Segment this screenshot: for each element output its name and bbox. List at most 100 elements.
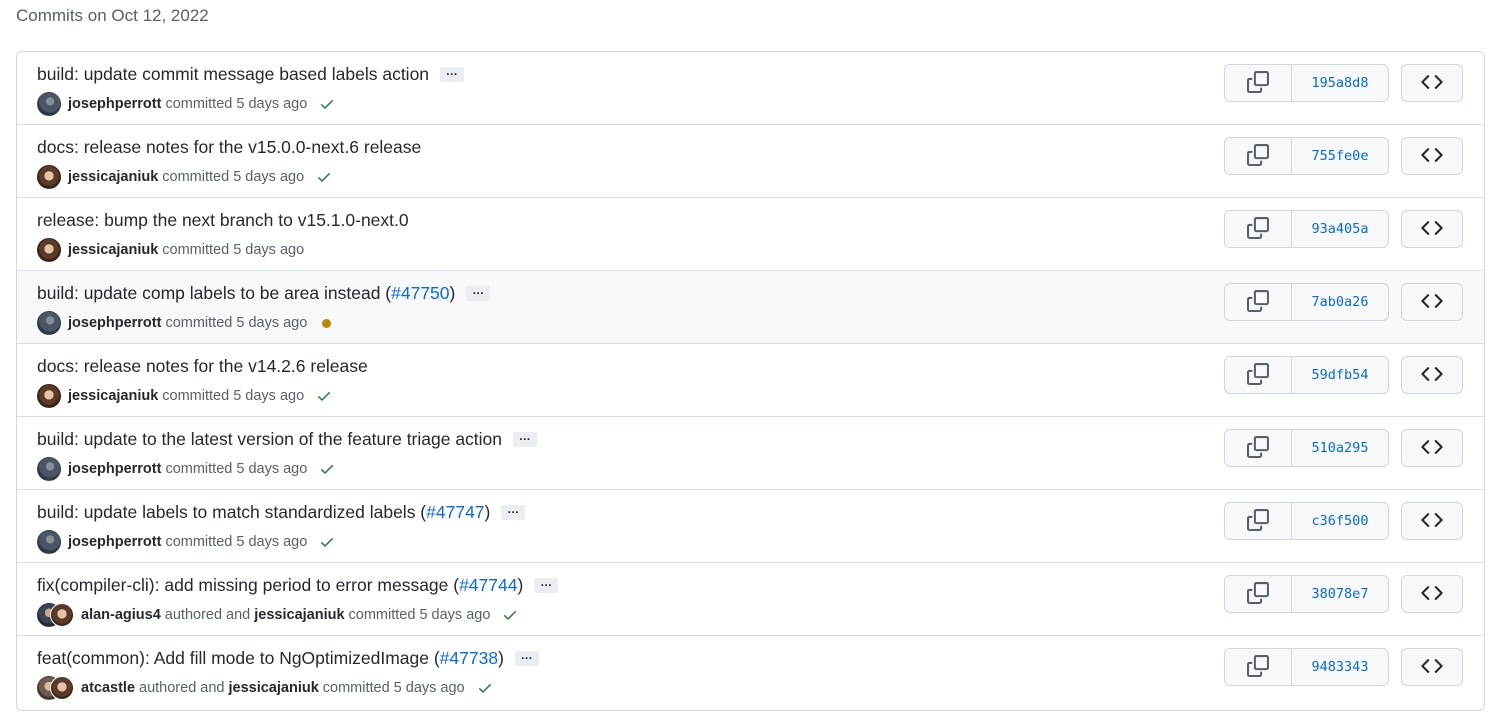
commit-sha-link[interactable]: 59dfb54 [1292,357,1388,393]
avatar-stack [37,457,61,481]
check-icon[interactable] [316,388,332,404]
avatar[interactable] [37,530,61,554]
copy-sha-button[interactable] [1225,649,1292,685]
commit-title: release: bump the next branch to v15.1.0… [37,210,409,231]
copy-sha-button[interactable] [1225,284,1292,320]
sha-button-group: 7ab0a26 [1224,283,1389,321]
avatar[interactable] [37,165,61,189]
avatar[interactable] [37,457,61,481]
commit-sha-link[interactable]: 755fe0e [1292,138,1388,174]
ellipsis-icon[interactable]: … [440,65,465,82]
check-icon[interactable] [502,607,518,623]
commit-title: build: update commit message based label… [37,64,465,85]
pull-request-link[interactable]: #47747 [426,502,484,523]
avatar-stack [37,311,61,335]
commit-meta: jessicajaniuk committed 5 days ago [37,238,308,262]
avatar[interactable] [37,311,61,335]
commit-time: committed 5 days ago [162,388,305,404]
commit-title: fix(compiler-cli): add missing period to… [37,575,559,596]
ellipsis-icon[interactable]: … [534,576,559,593]
copy-sha-button[interactable] [1225,576,1292,612]
commit-sha-link[interactable]: 38078e7 [1292,576,1388,612]
author-link[interactable]: jessicajaniuk [68,388,158,404]
avatar[interactable] [50,676,74,700]
commit-title-suffix: ) [449,283,456,303]
commit-message-link[interactable]: docs: release notes for the v15.0.0-next… [37,137,421,158]
copy-sha-button[interactable] [1225,211,1292,247]
commit-time: committed 5 days ago [162,242,305,258]
pull-request-link[interactable]: #47750 [391,283,449,304]
check-icon[interactable] [319,534,335,550]
author-link[interactable]: josephperrott [68,96,161,112]
check-icon[interactable] [316,169,332,185]
copy-sha-button[interactable] [1225,357,1292,393]
author-link[interactable]: alan-agius4 [81,607,161,623]
sha-button-group: 38078e7 [1224,575,1389,613]
author-link[interactable]: atcastle [81,680,135,696]
sha-button-group: 510a295 [1224,429,1389,467]
check-icon[interactable] [477,680,493,696]
commit-sha-link[interactable]: 9483343 [1292,649,1388,685]
copy-sha-button[interactable] [1225,503,1292,539]
code-brackets-icon [1421,363,1443,388]
commit-time: committed 5 days ago [165,315,308,331]
commit-message-link[interactable]: build: update commit message based label… [37,64,429,85]
author-link[interactable]: josephperrott [68,315,161,331]
avatar[interactable] [37,384,61,408]
ellipsis-icon[interactable]: … [501,503,526,520]
commit-sha-link[interactable]: 195a8d8 [1292,65,1388,101]
ellipsis-icon[interactable]: … [466,284,491,301]
browse-repository-button[interactable] [1401,502,1463,540]
browse-repository-button[interactable] [1401,356,1463,394]
commit-sha-link[interactable]: 510a295 [1292,430,1388,466]
sha-button-group: c36f500 [1224,502,1389,540]
commit-message-link[interactable]: build: update to the latest version of t… [37,429,502,450]
commit-message-link[interactable]: feat(common): Add fill mode to NgOptimiz… [37,648,440,669]
ellipsis-icon[interactable]: … [514,649,539,666]
commit-message-link[interactable]: build: update labels to match standardiz… [37,502,426,523]
avatar[interactable] [37,238,61,262]
copy-icon [1247,654,1269,680]
avatar-stack [37,238,61,262]
pending-dot-icon[interactable] [319,318,332,328]
author-link[interactable]: jessicajaniuk [68,169,158,185]
commit-row: feat(common): Add fill mode to NgOptimiz… [17,636,1484,709]
avatar[interactable] [37,92,61,116]
pull-request-link[interactable]: #47744 [459,575,517,596]
commit-sha-link[interactable]: 93a405a [1292,211,1388,247]
pull-request-link[interactable]: #47738 [440,648,498,669]
ellipsis-icon[interactable]: … [513,430,538,447]
copy-icon [1247,289,1269,315]
browse-repository-button[interactable] [1401,575,1463,613]
browse-repository-button[interactable] [1401,648,1463,686]
browse-repository-button[interactable] [1401,137,1463,175]
browse-repository-button[interactable] [1401,283,1463,321]
author-link[interactable]: josephperrott [68,534,161,550]
commit-message-link[interactable]: release: bump the next branch to v15.1.0… [37,210,409,231]
commit-message-link[interactable]: build: update comp labels to be area ins… [37,283,391,304]
commit-title: feat(common): Add fill mode to NgOptimiz… [37,648,539,669]
avatar-stack [37,165,61,189]
committer-link[interactable]: jessicajaniuk [254,607,344,623]
code-brackets-icon [1421,436,1443,461]
browse-repository-button[interactable] [1401,210,1463,248]
commit-sha-link[interactable]: c36f500 [1292,503,1388,539]
copy-icon [1247,435,1269,461]
check-icon[interactable] [319,96,335,112]
avatar[interactable] [50,603,74,627]
commit-sha-link[interactable]: 7ab0a26 [1292,284,1388,320]
browse-repository-button[interactable] [1401,64,1463,102]
commit-message-link[interactable]: fix(compiler-cli): add missing period to… [37,575,459,596]
check-icon[interactable] [319,461,335,477]
copy-sha-button[interactable] [1225,430,1292,466]
copy-sha-button[interactable] [1225,65,1292,101]
committer-link[interactable]: jessicajaniuk [228,680,318,696]
avatar-stack [37,603,74,627]
copy-icon [1247,362,1269,388]
avatar-stack [37,676,74,700]
commit-message-link[interactable]: docs: release notes for the v14.2.6 rele… [37,356,368,377]
copy-sha-button[interactable] [1225,138,1292,174]
author-link[interactable]: jessicajaniuk [68,242,158,258]
browse-repository-button[interactable] [1401,429,1463,467]
author-link[interactable]: josephperrott [68,461,161,477]
